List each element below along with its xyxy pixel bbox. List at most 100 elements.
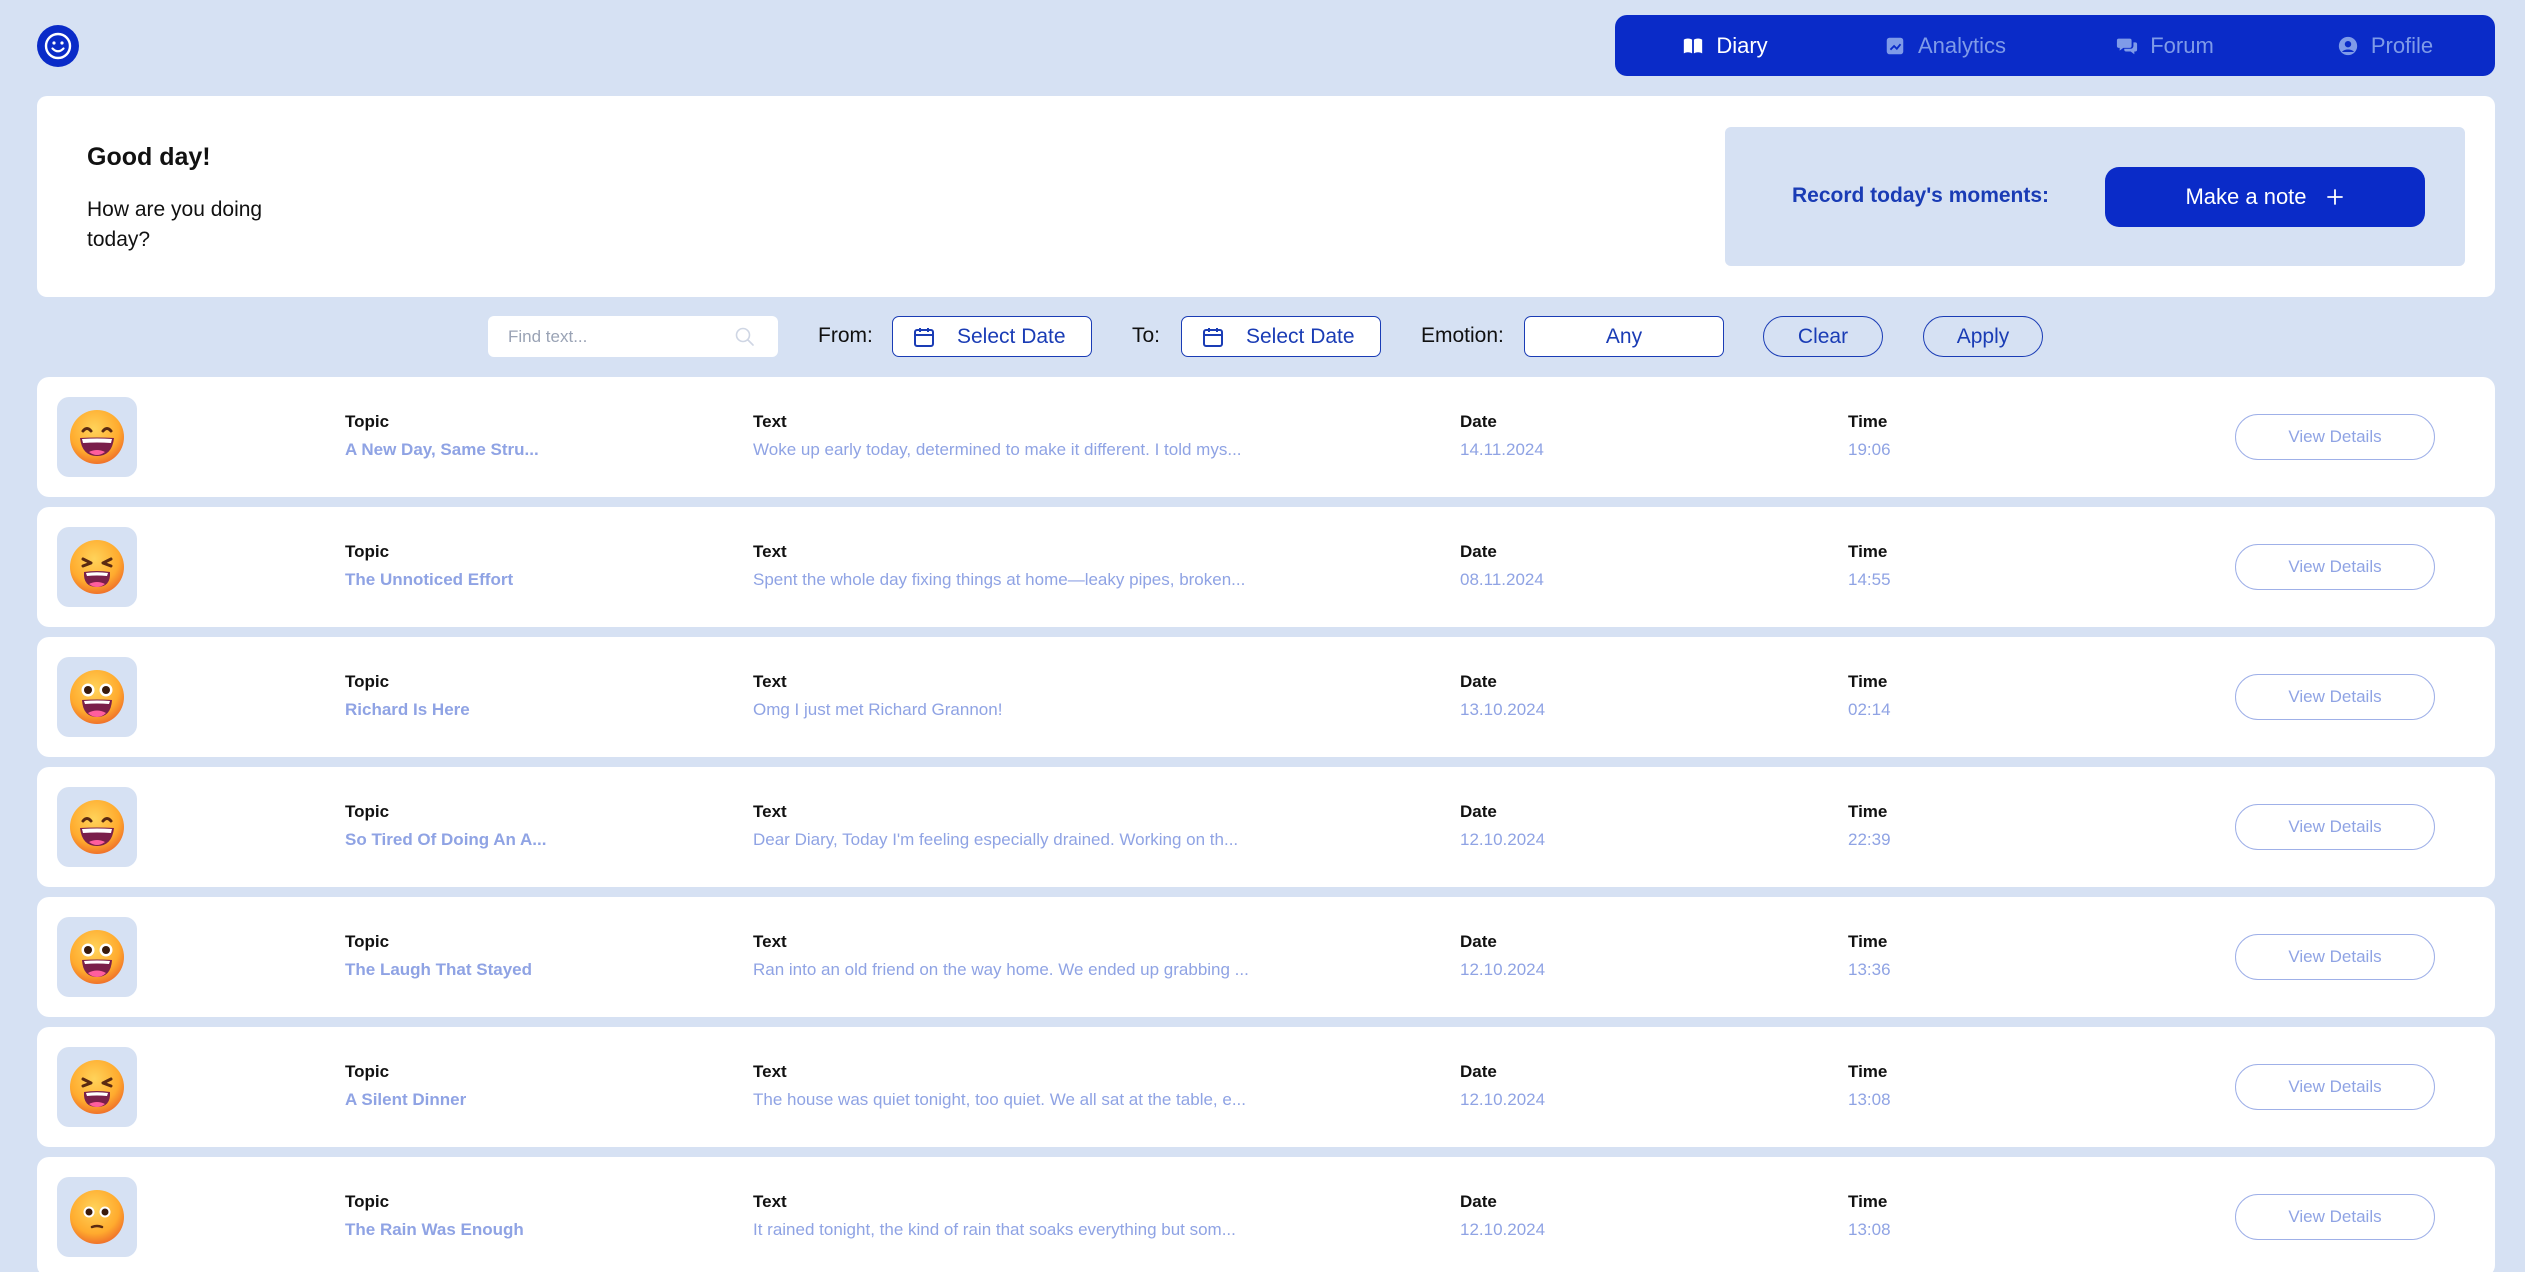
clear-button[interactable]: Clear [1763, 316, 1883, 357]
from-label: From: [818, 324, 873, 347]
date-value: 12.10.2024 [1460, 1220, 1546, 1239]
topic-header: Topic [345, 672, 390, 691]
topic-header: Topic [345, 1062, 390, 1081]
nav-label: Analytics [1917, 32, 2007, 58]
emotion-select[interactable]: Any [1524, 316, 1724, 357]
view-details-button[interactable]: View Details [2235, 804, 2435, 850]
clear-label: Clear [1797, 324, 1849, 348]
diary-entry-row: Topic A Silent Dinner Text The house was… [37, 1027, 2495, 1147]
time-value: 13:36 [1848, 960, 1891, 979]
text-value: Dear Diary, Today I'm feeling especially… [753, 830, 1239, 849]
greeting-title: Good day! [87, 143, 211, 171]
date-value: 13.10.2024 [1460, 700, 1546, 719]
calendar-icon [914, 327, 934, 347]
make-note-button[interactable]: Make a note [2105, 167, 2425, 227]
date-header: Date [1460, 802, 1497, 821]
date-header: Date [1460, 412, 1497, 431]
time-header: Time [1848, 932, 1888, 951]
date-value: 12.10.2024 [1460, 830, 1546, 849]
nav-item-diary[interactable]: Diary [1615, 33, 1835, 59]
text-header: Text [753, 802, 787, 821]
text-value: Woke up early today, determined to make … [753, 440, 1242, 459]
text-value: It rained tonight, the kind of rain that… [753, 1220, 1236, 1239]
time-value: 13:08 [1848, 1090, 1891, 1109]
time-value: 13:08 [1848, 1220, 1891, 1239]
apply-button[interactable]: Apply [1923, 316, 2043, 357]
diary-entry-row: Topic The Unnoticed Effort Text Spent th… [37, 507, 2495, 627]
from-date-picker[interactable]: Select Date [892, 316, 1092, 357]
text-header: Text [753, 672, 787, 691]
user-icon [2338, 36, 2357, 55]
grin-face-icon [70, 800, 124, 854]
view-details-button[interactable]: View Details [2235, 674, 2435, 720]
diary-entry-row: Topic Richard Is Here Text Omg I just me… [37, 637, 2495, 757]
text-value: Ran into an old friend on the way home. … [753, 960, 1249, 979]
calendar-icon [1203, 327, 1223, 347]
time-header: Time [1848, 802, 1888, 821]
emotion-avatar [57, 657, 137, 737]
date-header: Date [1460, 1062, 1497, 1081]
emotion-value: Any [1605, 324, 1643, 348]
text-header: Text [753, 1062, 787, 1081]
view-details-button[interactable]: View Details [2235, 934, 2435, 980]
search-icon[interactable] [733, 325, 757, 349]
greeting-card: Good day! How are you doing today? Recor… [37, 96, 2495, 297]
emotion-avatar [57, 917, 137, 997]
smiley-logo-icon [44, 32, 72, 60]
topic-header: Topic [345, 802, 390, 821]
nav-item-profile[interactable]: Profile [2275, 33, 2495, 59]
date-value: 14.11.2024 [1460, 440, 1544, 459]
excited-face-icon [70, 670, 124, 724]
topic-header: Topic [345, 1192, 390, 1211]
topic-value: A Silent Dinner [345, 1090, 467, 1109]
time-header: Time [1848, 542, 1888, 561]
to-label: To: [1132, 324, 1161, 347]
view-details-button[interactable]: View Details [2235, 1064, 2435, 1110]
apply-label: Apply [1956, 324, 2010, 348]
diary-entry-row: Topic The Laugh That Stayed Text Ran int… [37, 897, 2495, 1017]
topic-value: A New Day, Same Stru... [345, 440, 539, 459]
nav-item-analytics[interactable]: Analytics [1835, 33, 2055, 59]
nav-label: Profile [2370, 32, 2434, 58]
filter-bar: From: Select Date To: Select Date Emotio… [0, 316, 2525, 358]
emotion-avatar [57, 397, 137, 477]
grin-face-icon [70, 410, 124, 464]
topic-value: The Laugh That Stayed [345, 960, 533, 979]
date-value: 12.10.2024 [1460, 960, 1546, 979]
date-header: Date [1460, 672, 1497, 691]
topic-value: The Rain Was Enough [345, 1220, 524, 1239]
text-value: Spent the whole day fixing things at hom… [753, 570, 1246, 589]
neutral-face-icon [70, 1190, 124, 1244]
date-header: Date [1460, 542, 1497, 561]
chart-icon [1886, 37, 1904, 54]
time-header: Time [1848, 1062, 1888, 1081]
topic-header: Topic [345, 412, 390, 431]
topic-value: The Unnoticed Effort [345, 570, 514, 589]
to-date-picker[interactable]: Select Date [1181, 316, 1381, 357]
main-nav: Diary Analytics Forum Profile [1615, 15, 2495, 76]
greeting-subtitle: How are you doing today? [87, 198, 263, 251]
emotion-avatar [57, 1177, 137, 1257]
view-details-button[interactable]: View Details [2235, 544, 2435, 590]
nav-label: Diary [1716, 32, 1768, 58]
view-details-button[interactable]: View Details [2235, 414, 2435, 460]
time-value: 19:06 [1848, 440, 1891, 459]
emotion-avatar [57, 1047, 137, 1127]
time-value: 14:55 [1848, 570, 1891, 589]
to-date-value: Select Date [1246, 324, 1355, 348]
topic-value: So Tired Of Doing An A... [345, 830, 547, 849]
nav-item-forum[interactable]: Forum [2055, 33, 2275, 59]
time-header: Time [1848, 412, 1888, 431]
emotion-avatar [57, 527, 137, 607]
emotion-avatar [57, 787, 137, 867]
book-icon [1684, 38, 1703, 53]
view-details-button[interactable]: View Details [2235, 1194, 2435, 1240]
plus-icon [2326, 189, 2343, 205]
text-header: Text [753, 932, 787, 951]
text-header: Text [753, 412, 787, 431]
excited-face-icon [70, 930, 124, 984]
date-header: Date [1460, 1192, 1497, 1211]
record-panel: Record today's moments: Make a note [1725, 127, 2465, 266]
app-logo[interactable] [37, 25, 79, 67]
time-header: Time [1848, 1192, 1888, 1211]
